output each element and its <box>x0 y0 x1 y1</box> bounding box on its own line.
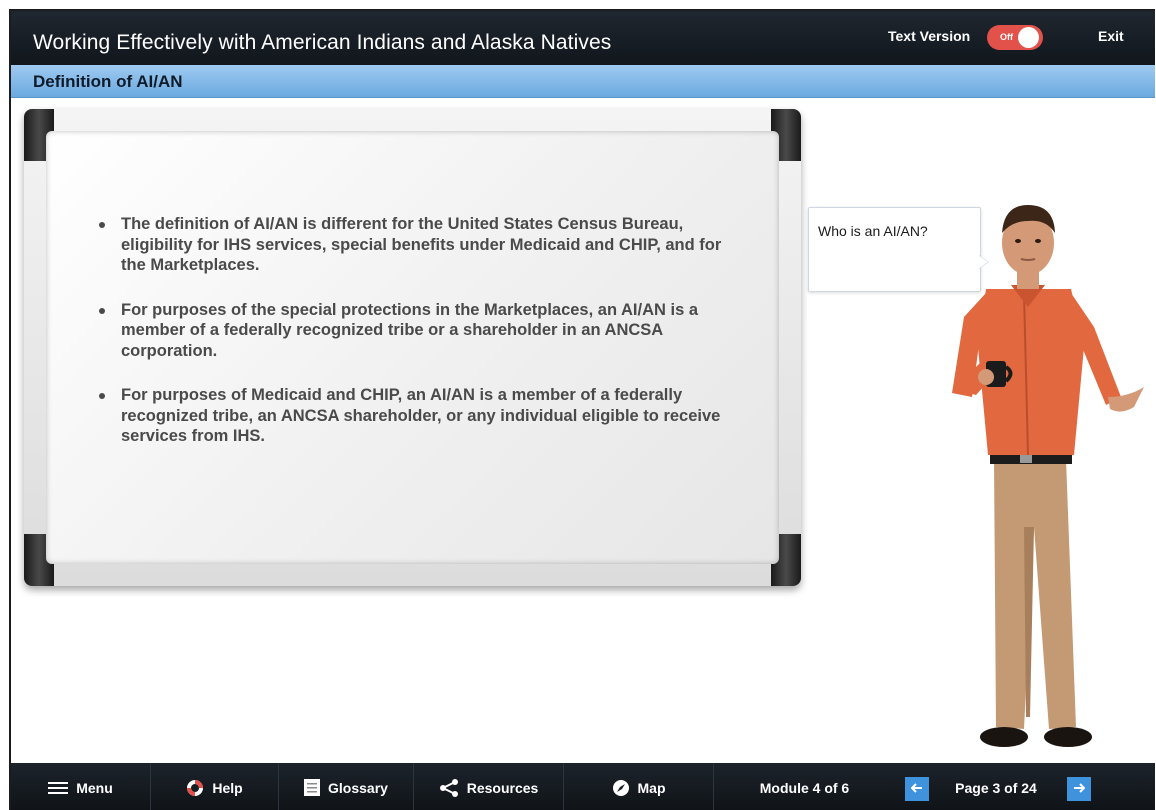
compass-icon <box>612 779 630 797</box>
bullet-dot <box>99 393 105 399</box>
bullet-text: The definition of AI/AN is different for… <box>121 215 722 274</box>
bullet-item: For purposes of the special protections … <box>94 300 734 362</box>
help-button[interactable]: Help <box>151 763 279 810</box>
module-indicator: Module 4 of 6 <box>759 779 850 796</box>
bullet-dot <box>99 222 105 228</box>
bullet-dot <box>99 307 105 314</box>
course-player: Working Effectively with American Indian… <box>9 9 1155 810</box>
previous-page-button[interactable] <box>905 777 929 801</box>
bullet-text: For purposes of Medicaid and CHIP, an AI… <box>121 386 721 445</box>
section-title: Definition of AI/AN <box>33 72 183 91</box>
resources-button[interactable]: Resources <box>414 763 564 810</box>
presenter-character <box>952 205 1144 747</box>
bullet-list: The definition of AI/AN is different for… <box>94 214 734 471</box>
menu-label: Menu <box>76 779 113 796</box>
toggle-state-label: Off <box>1000 32 1013 42</box>
text-version-label: Text Version <box>888 28 971 44</box>
arrow-left-icon <box>910 780 923 798</box>
next-page-button[interactable] <box>1067 777 1091 801</box>
menu-button[interactable]: Menu <box>11 763 151 810</box>
speech-bubble-text: Who is an AI/AN? <box>818 223 928 239</box>
glossary-button[interactable]: Glossary <box>279 763 414 810</box>
text-version-toggle[interactable]: Off <box>987 25 1043 50</box>
share-icon <box>439 778 459 797</box>
help-label: Help <box>212 779 243 796</box>
page-indicator: Page 3 of 24 <box>955 779 1037 796</box>
bullet-item: The definition of AI/AN is different for… <box>94 214 734 276</box>
resources-label: Resources <box>466 779 539 796</box>
bullet-item: For purposes of Medicaid and CHIP, an AI… <box>94 385 734 447</box>
glossary-label: Glossary <box>328 779 388 796</box>
book-icon <box>304 779 321 796</box>
toggle-knob <box>1018 27 1039 48</box>
bullet-text: For purposes of the special protections … <box>121 300 699 360</box>
section-bar: Definition of AI/AN <box>11 65 1155 98</box>
exit-button[interactable]: Exit <box>1098 28 1124 44</box>
map-button[interactable]: Map <box>564 763 714 810</box>
map-label: Map <box>637 779 666 796</box>
title-bar: Working Effectively with American Indian… <box>11 11 1155 65</box>
hamburger-icon <box>48 781 69 795</box>
whiteboard: The definition of AI/AN is different for… <box>24 109 801 586</box>
arrow-right-icon <box>1073 780 1086 798</box>
bottom-nav-bar: Menu Help Glossary Resources Map Module … <box>11 763 1155 810</box>
lifebuoy-icon <box>186 779 204 797</box>
course-title: Working Effectively with American Indian… <box>33 31 612 54</box>
